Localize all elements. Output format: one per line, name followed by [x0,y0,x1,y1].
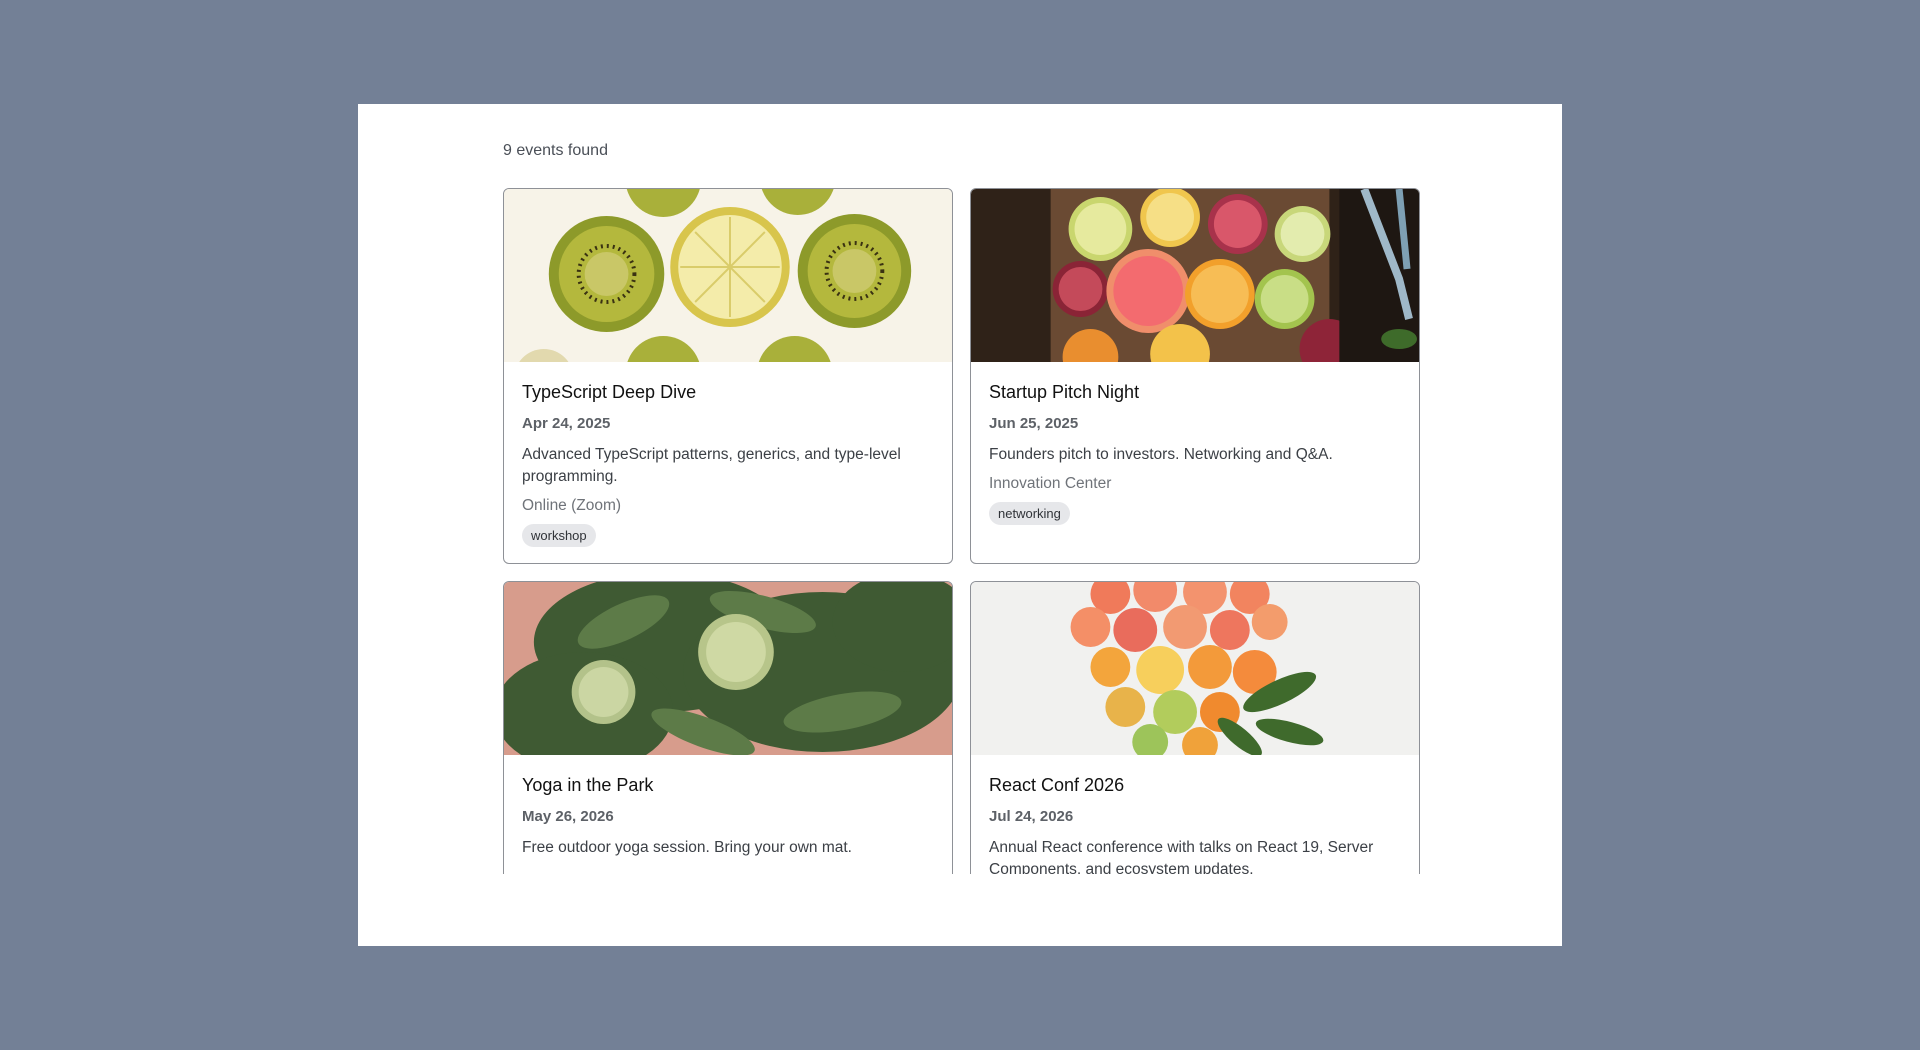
event-description: Annual React conference with talks on Re… [989,839,1374,874]
event-card[interactable]: React Conf 2026 Jul 24, 2026 Annual Reac… [970,581,1420,874]
event-title[interactable]: Yoga in the Park [522,775,934,796]
event-image [504,582,952,755]
event-image [971,189,1419,362]
results-count: 9 events found [503,142,608,159]
event-title[interactable]: Startup Pitch Night [989,382,1401,403]
event-title[interactable]: TypeScript Deep Dive [522,382,934,403]
event-description: Founders pitch to investors. Networking … [989,446,1333,463]
citrus-halves-photo [971,189,1419,362]
events-panel: 9 events found TypeScript Deep Dive Apr … [358,104,1562,946]
events-grid: TypeScript Deep Dive Apr 24, 2025 Advanc… [503,188,1423,874]
citrus-arrangement-photo [971,582,1419,755]
event-date: May 26, 2026 [522,808,614,825]
event-tag: networking [989,502,1070,525]
citrus-tree-photo [504,582,952,755]
event-location: Online (Zoom) [522,497,622,514]
event-image [971,582,1419,755]
event-image [504,189,952,362]
event-date: Apr 24, 2025 [522,415,611,432]
kiwi-lemon-slices-photo [504,189,952,362]
event-description: Advanced TypeScript patterns, generics, … [522,446,901,485]
event-description: Free outdoor yoga session. Bring your ow… [522,839,852,856]
event-card[interactable]: Yoga in the Park May 26, 2026 Free outdo… [503,581,953,874]
event-card[interactable]: Startup Pitch Night Jun 25, 2025 Founder… [970,188,1420,564]
event-card[interactable]: TypeScript Deep Dive Apr 24, 2025 Advanc… [503,188,953,564]
event-tag: workshop [522,524,596,547]
event-location: Innovation Center [989,475,1112,492]
event-title[interactable]: React Conf 2026 [989,775,1401,796]
event-date: Jun 25, 2025 [989,415,1079,432]
events-scroll-area[interactable]: TypeScript Deep Dive Apr 24, 2025 Advanc… [503,188,1423,874]
event-date: Jul 24, 2026 [989,808,1074,825]
